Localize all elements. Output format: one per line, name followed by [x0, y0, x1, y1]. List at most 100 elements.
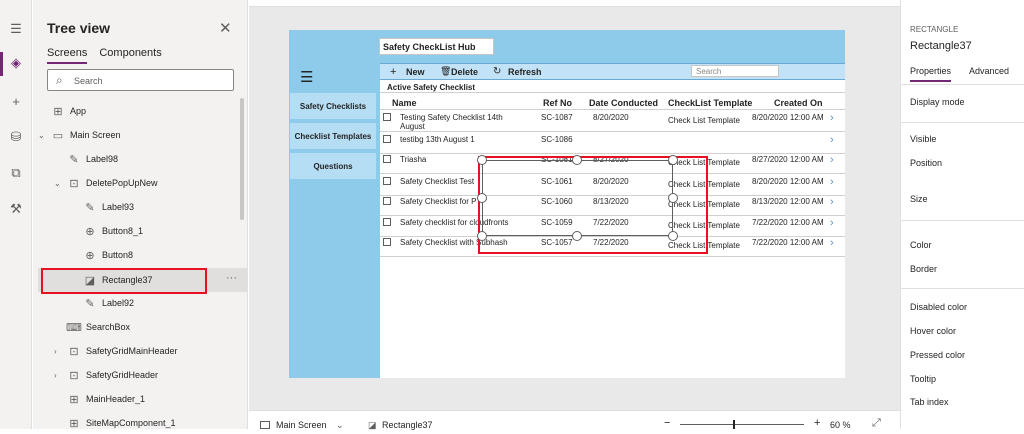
tree-item-app[interactable]: ⊞ App: [50, 100, 86, 122]
zoom-out-button[interactable]: −: [664, 417, 670, 429]
property-color[interactable]: Color: [910, 240, 932, 250]
tree-item-button8-1[interactable]: ⊕ Button8_1: [82, 220, 143, 242]
property-pressed-color[interactable]: Pressed color: [910, 350, 965, 360]
resize-handle[interactable]: [477, 193, 487, 203]
chevron-right-icon[interactable]: ›: [830, 154, 834, 166]
nav-questions[interactable]: Questions: [289, 152, 377, 180]
tab-components[interactable]: Components: [99, 47, 161, 64]
chevron-right-icon[interactable]: ›: [830, 134, 834, 146]
nav-checklist-templates[interactable]: Checklist Templates: [289, 122, 377, 150]
tab-screens[interactable]: Screens: [47, 47, 88, 64]
database-icon[interactable]: ⛁: [7, 128, 25, 146]
row-checkbox[interactable]: [383, 197, 391, 205]
property-display-mode[interactable]: Display mode: [910, 97, 965, 107]
tab-properties[interactable]: Properties: [910, 66, 952, 82]
row-checkbox[interactable]: [383, 155, 391, 163]
search-icon: ⌕: [56, 73, 63, 87]
tree-item-deletepopupnew[interactable]: ⌄ ⊡ DeletePopUpNew: [54, 172, 158, 194]
property-tooltip[interactable]: Tooltip: [910, 374, 936, 384]
zoom-slider-thumb[interactable]: [733, 420, 735, 429]
tree-item-safetygridheader[interactable]: › ⊡ SafetyGridHeader: [54, 364, 158, 386]
property-border[interactable]: Border: [910, 264, 937, 274]
cell-ref: SC-1087: [541, 113, 573, 122]
row-checkbox[interactable]: [383, 218, 391, 226]
media-icon[interactable]: ⧉: [7, 164, 25, 182]
canvas-top-strip: [249, 0, 900, 7]
fit-to-window-icon[interactable]: ⤢: [872, 417, 881, 430]
selected-rectangle-outline[interactable]: [482, 160, 673, 236]
close-icon[interactable]: ✕: [219, 19, 232, 37]
tab-advanced[interactable]: Advanced: [969, 66, 1009, 82]
divider: [900, 122, 1024, 123]
app-search-input[interactable]: Search: [691, 65, 779, 77]
more-options-icon[interactable]: ···: [226, 272, 237, 284]
resize-handle[interactable]: [572, 155, 582, 165]
resize-handle[interactable]: [668, 193, 678, 203]
resize-handle[interactable]: [668, 155, 678, 165]
plus-icon[interactable]: +: [390, 66, 396, 78]
cell-created: 7/22/2020 12:00 AM: [752, 238, 824, 247]
plus-icon[interactable]: +: [7, 92, 25, 110]
tree-item-button8[interactable]: ⊕ Button8: [82, 244, 133, 266]
property-size[interactable]: Size: [910, 194, 928, 204]
column-header-template[interactable]: CheckList Template: [668, 98, 752, 108]
property-disabled-color[interactable]: Disabled color: [910, 302, 967, 312]
control-name[interactable]: Rectangle37: [910, 40, 972, 52]
component-icon: ⊞: [69, 393, 79, 406]
tree-item-label92[interactable]: ✎ Label92: [82, 292, 134, 314]
new-button[interactable]: New: [406, 67, 425, 77]
column-header-ref[interactable]: Ref No: [543, 98, 572, 108]
chevron-down-icon[interactable]: ⌄: [336, 420, 344, 431]
cell-date: 8/20/2020: [593, 113, 629, 122]
refresh-icon[interactable]: ↻: [493, 66, 501, 77]
tools-icon[interactable]: ⚒: [7, 200, 25, 218]
row-checkbox[interactable]: [383, 238, 391, 246]
textinput-icon: ⌨: [66, 321, 82, 334]
property-position[interactable]: Position: [910, 158, 942, 168]
property-hover-color[interactable]: Hover color: [910, 326, 956, 336]
tree-item-label93[interactable]: ✎ Label93: [82, 196, 134, 218]
chevron-down-icon[interactable]: ⌄: [54, 179, 66, 188]
zoom-in-button[interactable]: +: [814, 417, 820, 429]
app-title: Safety CheckList Hub: [379, 38, 494, 55]
tree-item-main-screen[interactable]: ⌄ ▭ Main Screen: [38, 124, 121, 146]
layers-icon[interactable]: ◈: [7, 54, 25, 72]
property-visible[interactable]: Visible: [910, 134, 936, 144]
chevron-right-icon[interactable]: ›: [830, 112, 834, 124]
zoom-slider[interactable]: [680, 424, 804, 425]
chevron-right-icon[interactable]: ›: [830, 176, 834, 188]
row-checkbox[interactable]: [383, 135, 391, 143]
tree-item-label: MainHeader_1: [86, 394, 146, 404]
column-header-created[interactable]: Created On: [774, 98, 823, 108]
tree-scrollbar[interactable]: [240, 98, 244, 220]
tree-item-sitemapcomponent-1[interactable]: ⊞ SiteMapComponent_1: [66, 412, 175, 434]
column-header-name[interactable]: Name: [392, 98, 417, 108]
trash-icon[interactable]: 🗑: [440, 66, 451, 77]
resize-handle[interactable]: [477, 231, 487, 241]
component-icon: ⊞: [69, 417, 79, 430]
property-tab-index[interactable]: Tab index: [910, 397, 949, 407]
tree-item-label98[interactable]: ✎ Label98: [66, 148, 118, 170]
chevron-right-icon[interactable]: ›: [54, 347, 66, 356]
chevron-right-icon[interactable]: ›: [830, 237, 834, 249]
refresh-button[interactable]: Refresh: [508, 67, 542, 77]
app-menu-icon[interactable]: ☰: [300, 68, 313, 86]
nav-safety-checklists[interactable]: Safety Checklists: [289, 92, 377, 120]
tree-item-safetygridmainheader[interactable]: › ⊡ SafetyGridMainHeader: [54, 340, 178, 362]
chevron-right-icon[interactable]: ›: [830, 217, 834, 229]
delete-button[interactable]: Delete: [451, 67, 478, 77]
row-checkbox[interactable]: [383, 113, 391, 121]
tree-item-mainheader-1[interactable]: ⊞ MainHeader_1: [66, 388, 145, 410]
cell-name: Testing Safety Checklist 14th August: [400, 113, 503, 131]
chevron-right-icon[interactable]: ›: [830, 196, 834, 208]
row-checkbox[interactable]: [383, 177, 391, 185]
resize-handle[interactable]: [572, 231, 582, 241]
chevron-down-icon[interactable]: ⌄: [38, 131, 50, 140]
tree-item-searchbox[interactable]: ⌨ SearchBox: [66, 316, 130, 338]
hamburger-icon[interactable]: ☰: [7, 20, 25, 38]
chevron-right-icon[interactable]: ›: [54, 371, 66, 380]
resize-handle[interactable]: [477, 155, 487, 165]
resize-handle[interactable]: [668, 231, 678, 241]
column-header-date[interactable]: Date Conducted: [589, 98, 658, 108]
tree-search-input[interactable]: ⌕ Search: [47, 69, 234, 91]
